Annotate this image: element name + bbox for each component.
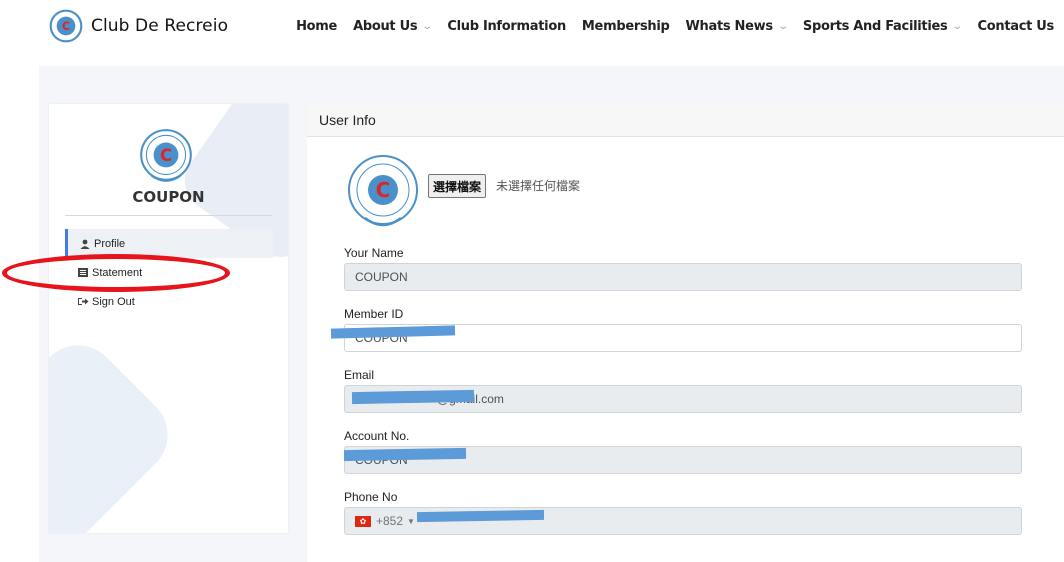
chevron-down-icon: ⌄ xyxy=(951,21,964,32)
file-status: 未選擇任何檔案 xyxy=(496,179,581,193)
brand-name: Club De Recreio xyxy=(91,16,229,36)
nav-label: About Us xyxy=(353,19,418,34)
sidebar-item-label: Profile xyxy=(94,237,126,250)
main-nav: Home About Us ⌄ Club Information Membersh… xyxy=(280,19,1054,34)
club-crest-icon: C xyxy=(140,129,192,182)
email-label: Email xyxy=(344,368,375,382)
card-title: User Info xyxy=(319,112,376,128)
svg-text:C: C xyxy=(62,20,70,33)
profile-avatar: C xyxy=(348,155,418,227)
name-label: Your Name xyxy=(344,246,404,260)
nav-label: Home xyxy=(296,19,338,34)
user-info-card: User Info C 選擇檔案 未選擇任何檔案 Your Name COUPO… xyxy=(307,104,1064,562)
name-field[interactable]: COUPON xyxy=(344,263,1022,291)
club-logo-icon: C xyxy=(49,9,83,43)
sidebar-item-label: Sign Out xyxy=(92,295,135,308)
nav-label: Contact Us xyxy=(977,19,1055,34)
user-icon xyxy=(79,239,91,249)
member-id-label: Member ID xyxy=(344,307,404,321)
account-no-label: Account No. xyxy=(344,429,410,443)
country-code: +852 xyxy=(376,514,404,528)
nav-label: Membership xyxy=(581,19,670,34)
svg-text:C: C xyxy=(376,178,391,202)
chevron-down-icon: ⌄ xyxy=(421,21,434,32)
brand[interactable]: C Club De Recreio xyxy=(49,9,228,43)
nav-club-information[interactable]: Club Information xyxy=(447,19,566,34)
chevron-down-icon: ⌄ xyxy=(777,21,789,32)
nav-label: Club Information xyxy=(447,19,566,34)
nav-sports-and-facilities[interactable]: Sports And Facilities ⌄ xyxy=(802,19,964,34)
nav-home[interactable]: Home xyxy=(296,19,337,34)
nav-contact-us[interactable]: Contact Us xyxy=(977,19,1055,34)
choose-file-button[interactable]: 選擇檔案 xyxy=(428,174,487,198)
redaction-mark xyxy=(343,447,467,462)
name-value: COUPON xyxy=(355,270,408,284)
redaction-mark xyxy=(351,389,475,405)
profile-sidebar: C COUPON Profile Statement Sign Out xyxy=(49,104,288,533)
nav-label: Whats News xyxy=(685,19,774,34)
sign-out-icon xyxy=(77,297,89,306)
nav-whats-news[interactable]: Whats News ⌄ xyxy=(685,19,789,34)
divider xyxy=(65,215,272,216)
decorative-shape xyxy=(49,328,185,533)
top-navbar: C Club De Recreio Home About Us ⌄ Club In… xyxy=(0,0,1064,58)
annotation-ellipse xyxy=(2,254,230,292)
svg-text:C: C xyxy=(160,146,172,165)
member-name: COUPON xyxy=(132,188,205,206)
caret-down-icon: ▼ xyxy=(407,516,415,526)
nav-about-us[interactable]: About Us ⌄ xyxy=(353,19,434,34)
nav-membership[interactable]: Membership xyxy=(582,19,670,34)
phone-label: Phone No xyxy=(344,490,398,504)
nav-label: Sports And Facilities xyxy=(802,19,948,34)
hong-kong-flag-icon: ✿ xyxy=(355,515,371,527)
card-header: User Info xyxy=(307,104,1064,137)
